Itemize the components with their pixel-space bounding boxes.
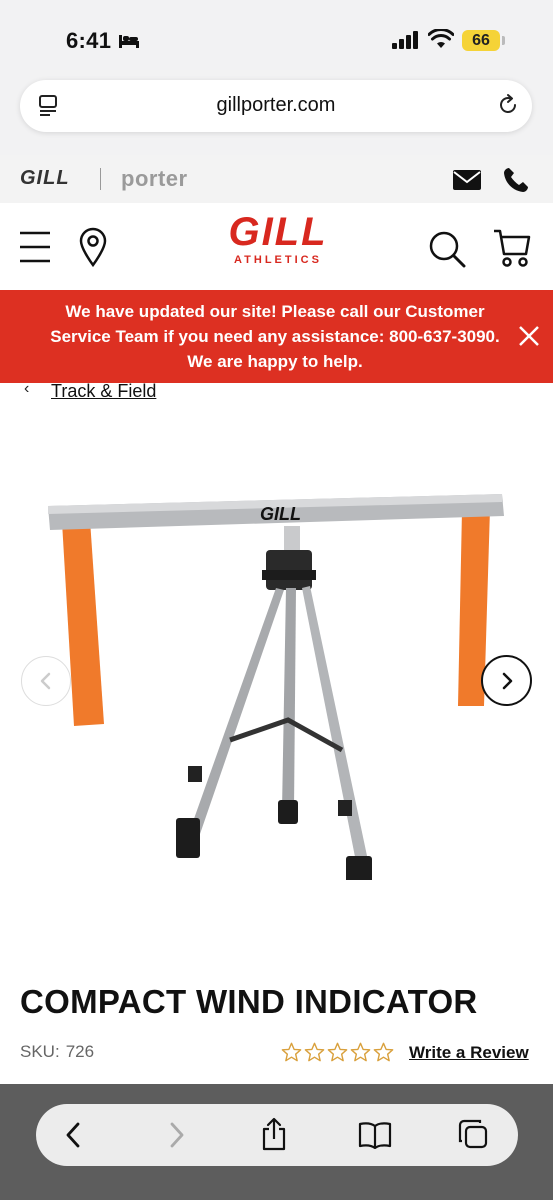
toolbar-pill: [36, 1104, 518, 1166]
product-sku: SKU: 726: [20, 1042, 94, 1062]
url-text[interactable]: gillporter.com: [20, 94, 532, 117]
url-bar[interactable]: gillporter.com: [20, 80, 532, 132]
bookmarks-icon[interactable]: [358, 1121, 392, 1154]
bed-icon: [118, 33, 140, 54]
search-icon[interactable]: [428, 230, 466, 273]
share-icon[interactable]: [260, 1117, 288, 1156]
star-icon[interactable]: [350, 1042, 371, 1062]
cart-icon[interactable]: [493, 228, 531, 273]
star-icon[interactable]: [373, 1042, 394, 1062]
reload-icon[interactable]: [496, 93, 520, 122]
product-image-logo: GILL: [260, 504, 301, 524]
logo-wordmark: GILL: [228, 210, 328, 254]
gallery-prev-button[interactable]: [21, 656, 71, 706]
product-image: GILL: [48, 494, 504, 880]
breadcrumb-link-track-field[interactable]: Track & Field: [51, 381, 156, 402]
product-gallery: GILL: [0, 420, 553, 960]
status-bar: 6:41 66: [0, 0, 553, 80]
brand-strip: GILL porter: [0, 155, 553, 203]
status-time: 6:41: [66, 28, 112, 53]
star-icon[interactable]: [304, 1042, 325, 1062]
gill-athletics-logo[interactable]: GILL ATHLETICS: [214, 211, 342, 266]
notice-text: We have updated our site! Please call ou…: [50, 302, 500, 371]
rating-stars[interactable]: [281, 1042, 394, 1062]
phone-icon[interactable]: [502, 166, 530, 199]
write-review-link[interactable]: Write a Review: [409, 1043, 529, 1063]
browser-toolbar: [0, 1084, 553, 1200]
star-icon[interactable]: [327, 1042, 348, 1062]
product-title: COMPACT WIND INDICATOR: [20, 983, 478, 1020]
brand-divider: [100, 168, 101, 190]
star-icon[interactable]: [281, 1042, 302, 1062]
location-icon[interactable]: [78, 227, 108, 272]
sku-value: 726: [65, 1042, 95, 1061]
notice-banner: We have updated our site! Please call ou…: [0, 290, 553, 383]
gill-brand-link[interactable]: GILL: [20, 167, 70, 190]
battery-indicator: 66: [462, 30, 500, 51]
gallery-next-button[interactable]: [481, 655, 532, 706]
logo-subtitle: ATHLETICS: [234, 254, 322, 266]
wifi-icon: [427, 28, 455, 54]
menu-icon[interactable]: [20, 231, 50, 268]
tabs-icon[interactable]: [458, 1119, 488, 1154]
site-header: GILL ATHLETICS: [0, 203, 553, 290]
chevron-left-icon: [40, 672, 51, 690]
mail-icon[interactable]: [453, 170, 481, 195]
sku-label: SKU:: [20, 1042, 60, 1061]
chevron-left-icon: ‹: [24, 380, 30, 397]
porter-brand-link[interactable]: porter: [121, 166, 188, 192]
back-icon[interactable]: [62, 1120, 86, 1155]
forward-icon[interactable]: [164, 1120, 188, 1155]
signal-icon: [392, 31, 420, 54]
chevron-right-icon: [502, 672, 512, 689]
battery-cap: [502, 36, 505, 45]
close-icon[interactable]: [518, 325, 540, 352]
